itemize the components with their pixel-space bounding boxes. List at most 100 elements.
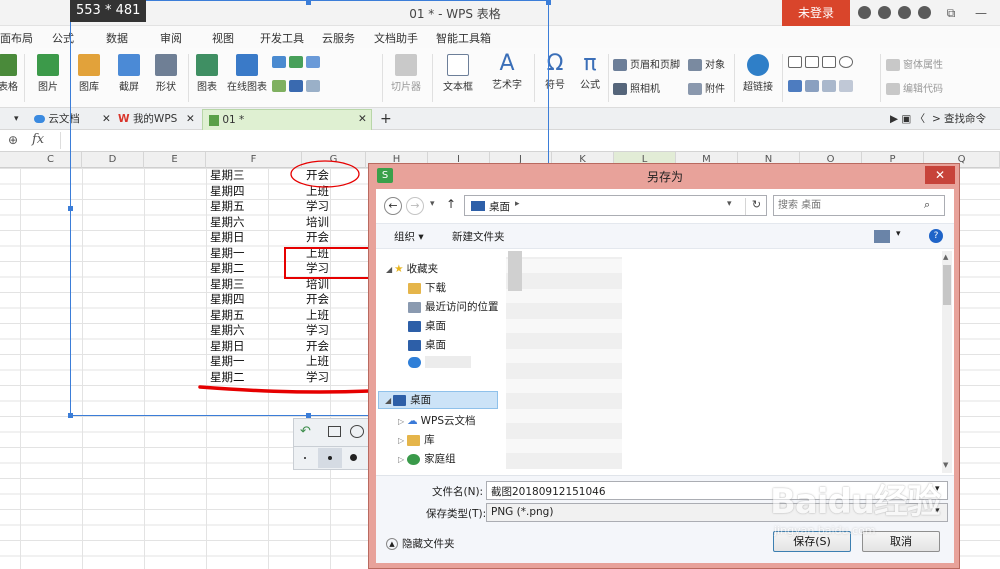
table-icon [0,54,17,76]
back-arrow-icon[interactable]: ← [384,197,402,215]
address-bar[interactable]: 桌面 ▸ ▾ ↻ [464,195,767,216]
form-controls-row-2[interactable] [788,80,856,92]
pen-size-large-icon[interactable] [350,454,357,461]
scroll-up-icon[interactable]: ▲ [943,253,948,261]
tree-library[interactable]: ▷ 库 [398,432,435,447]
resize-handle[interactable] [68,206,73,211]
desktop-folder-icon [408,339,421,351]
picture-label: 图片 [38,82,58,93]
camera-button[interactable]: 照相机 [613,80,660,95]
settings-icon[interactable] [878,6,891,19]
tree-recent[interactable]: 最近访问的位置 [408,299,499,314]
edit-code-icon [886,83,900,95]
tree-desktop-root-selected[interactable]: ◢ 桌面 [378,391,498,409]
tab-menu-arrow-icon[interactable]: ▾ [14,109,19,130]
fx-icon[interactable]: fx [32,132,44,147]
scrollbar-thumb[interactable] [943,265,951,305]
minimize-icon[interactable]: — [970,3,992,23]
camera-label: 照相机 [630,84,660,95]
pen-size-medium-icon [328,456,332,460]
toolbar-divider [294,446,370,447]
object-button[interactable]: 对象 [688,56,725,71]
hide-folders-toggle[interactable]: ▲ 隐藏文件夹 [386,536,455,551]
filename-label: 文件名(N): [432,486,484,498]
organize-button[interactable]: 组织 ▾ [394,229,424,244]
scroll-down-icon[interactable]: ▼ [943,461,948,469]
header-footer-icon [613,59,627,71]
menu-page-layout[interactable]: 面布局 [0,30,33,46]
tree-downloads[interactable]: 下载 [408,280,446,295]
attachment-button[interactable]: 附件 [688,80,725,95]
cloud-icon: ☁ [407,415,418,427]
tree-desktop[interactable]: 桌面 [408,337,446,352]
desktop-folder-icon [393,394,407,406]
divider [782,54,783,102]
file-list[interactable] [502,251,946,473]
formula-button[interactable]: π 公式 [574,51,606,92]
skin-icon[interactable] [858,6,871,19]
form-controls-row-1[interactable] [788,56,856,68]
table-button[interactable]: 表格 [0,54,20,93]
help-icon[interactable] [918,6,931,19]
tree-wps-cloud[interactable]: ▷ ☁ WPS云文档 [398,413,476,428]
tab-nav-icons[interactable]: ▶ ▣ 〈 [890,109,925,130]
forward-arrow-icon[interactable]: → [406,197,424,215]
dialog-title: 另存为 [646,170,683,184]
view-options-icon[interactable] [874,230,890,243]
header-footer-button[interactable]: 页眉和页脚 [613,56,680,71]
form-properties-label: 窗体属性 [903,60,943,71]
tree-cloud-blurred[interactable] [408,356,471,368]
resize-handle[interactable] [306,0,311,5]
cloud-icon [408,356,421,368]
ellipse-tool-icon[interactable] [350,425,364,438]
hyperlink-button[interactable]: 超链接 [738,54,778,93]
tree-homegroup[interactable]: ▷ 家庭组 [398,451,456,466]
search-box[interactable]: ⌕ [773,195,945,216]
rectangle-tool-icon[interactable] [328,426,341,437]
formula-label: 公式 [580,80,600,91]
navigation-pane: ◢ ★ 收藏夹 下载 最近访问的位置 桌面 桌面 ◢ 桌面 ▷ ☁ WPS云文档 ▷ 库 ▷… [376,251,499,473]
collapse-icon: ▲ [386,538,398,550]
header-footer-label: 页眉和页脚 [630,60,680,71]
annotation-toolbar: ↶ [293,418,370,470]
address-dropdown-icon[interactable]: ▾ [727,199,732,209]
resize-handle[interactable] [68,413,73,418]
find-command-input[interactable]: 查找命令 [944,109,986,130]
refresh-icon[interactable]: ↻ [745,198,767,215]
search-icon[interactable]: ⌕ [924,198,930,212]
search-input[interactable] [778,198,918,213]
restore-icon[interactable]: ⧉ [940,3,962,23]
new-folder-button[interactable]: 新建文件夹 [452,229,505,244]
history-dropdown-icon[interactable]: ▾ [430,199,435,209]
up-arrow-icon[interactable]: ↑ [446,197,456,211]
form-properties-button[interactable]: 窗体属性 [886,56,943,71]
find-command-icon: > [932,113,941,125]
tree-favorites[interactable]: ◢ ★ 收藏夹 [386,261,438,276]
cloud-icon [34,115,45,123]
undo-icon[interactable]: ↶ [300,424,311,439]
edit-code-button[interactable]: 编辑代码 [886,80,943,95]
homegroup-icon [407,453,421,465]
view-dropdown-icon[interactable]: ▾ [896,229,901,239]
share-icon[interactable] [898,6,911,19]
pen-size-small-icon[interactable] [304,457,306,459]
filename-value: 截图20180912151046 [491,486,606,498]
help-icon[interactable]: ? [929,229,943,243]
blurred-label [425,356,471,368]
picture-button[interactable]: 图片 [30,54,66,93]
resize-handle[interactable] [546,0,551,5]
object-label: 对象 [705,60,725,71]
login-button[interactable]: 未登录 [782,0,850,26]
star-icon: ★ [394,263,404,275]
zoom-icon[interactable]: ⊕ [8,133,18,147]
baidu-watermark: Baidu经验 jingyan.baidu.com [770,470,995,545]
capture-size-label: 553 * 481 [70,0,147,22]
file-list-scrollbar[interactable]: ▲ ▼ [942,251,952,473]
tree-desktop[interactable]: 桌面 [408,318,446,333]
hyperlink-label: 超链接 [743,82,773,93]
blurred-file-items [506,257,622,469]
dialog-title-bar[interactable]: S 另存为 ✕ [369,164,961,188]
pi-icon: π [583,51,597,76]
library-icon [407,434,421,446]
dialog-close-button[interactable]: ✕ [925,166,955,184]
